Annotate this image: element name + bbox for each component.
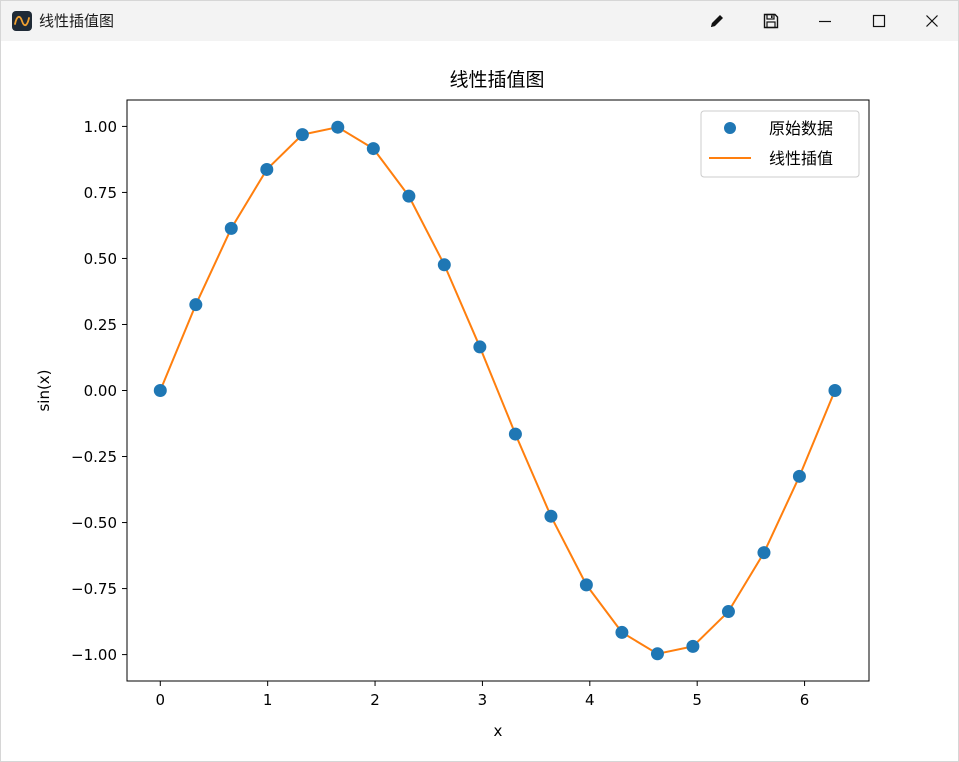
plot-app-icon	[12, 11, 32, 31]
y-tick-label: 1.00	[84, 118, 117, 136]
y-tick-label: −0.25	[71, 448, 117, 466]
y-tick-label: 0.50	[84, 250, 117, 268]
y-tick-label: 0.75	[84, 184, 117, 202]
data-point	[757, 546, 771, 560]
data-point	[366, 142, 380, 156]
pencil-icon	[711, 15, 723, 27]
x-axis-label: x	[494, 722, 503, 740]
data-point	[686, 639, 700, 653]
data-point	[721, 605, 735, 619]
data-point	[153, 384, 167, 397]
minimize-icon	[819, 20, 831, 23]
data-point	[615, 625, 629, 639]
edit-button[interactable]	[691, 1, 743, 41]
chart-svg[interactable]: 线性插值图 0 1 2 3 4 5 6 1.00 0.75 0.50 0.25 0.00 −0.25 −0…	[1, 41, 958, 761]
y-tick-label: 0.00	[84, 382, 117, 400]
legend-label-line: 线性插值	[769, 149, 833, 168]
x-tick-label: 1	[263, 691, 273, 709]
data-point	[189, 298, 203, 312]
data-point	[295, 128, 309, 142]
x-tick-label: 2	[370, 691, 380, 709]
data-point	[402, 189, 416, 203]
maximize-button[interactable]	[853, 1, 905, 41]
chart-title: 线性插值图	[449, 69, 544, 91]
close-button[interactable]	[906, 1, 958, 41]
legend: 原始数据 线性插值	[700, 110, 860, 178]
legend-scatter-marker	[724, 122, 736, 134]
data-point	[579, 578, 593, 592]
data-point	[508, 427, 522, 441]
figure-canvas[interactable]: 线性插值图 0 1 2 3 4 5 6 1.00 0.75 0.50 0.25 0.00 −0.25 −0…	[1, 41, 958, 761]
window-title: 线性插值图	[39, 12, 115, 30]
data-point	[792, 469, 806, 483]
x-tick-label: 0	[156, 691, 166, 709]
y-tick-label: −0.75	[71, 580, 117, 598]
y-tick-label: −1.00	[71, 646, 117, 664]
minimize-button[interactable]	[799, 1, 851, 41]
y-axis-label: sin(x)	[35, 369, 53, 411]
data-point	[473, 340, 487, 354]
data-point	[828, 384, 842, 397]
interpolation-line	[159, 126, 836, 655]
data-point	[437, 258, 451, 272]
data-point	[650, 647, 664, 661]
legend-label-scatter: 原始数据	[769, 119, 833, 138]
x-tick-label: 4	[585, 691, 595, 709]
data-point	[260, 162, 274, 176]
floppy-disk-icon	[763, 13, 779, 29]
app-window: 线性插值图 线性插值图 0 1 2 3 4 5 6 1.00 0.75 0.50…	[0, 0, 959, 762]
x-tick-label: 3	[478, 691, 488, 709]
maximize-icon	[872, 14, 886, 28]
x-tick-label: 6	[800, 691, 810, 709]
data-point	[331, 120, 345, 134]
y-tick-label: −0.50	[71, 514, 117, 532]
title-bar[interactable]: 线性插值图	[1, 1, 958, 41]
y-tick-label: 0.25	[84, 316, 117, 334]
data-point	[224, 221, 238, 235]
data-point	[544, 509, 558, 523]
x-tick-label: 5	[692, 691, 702, 709]
close-icon	[926, 15, 938, 27]
save-button[interactable]	[745, 1, 797, 41]
